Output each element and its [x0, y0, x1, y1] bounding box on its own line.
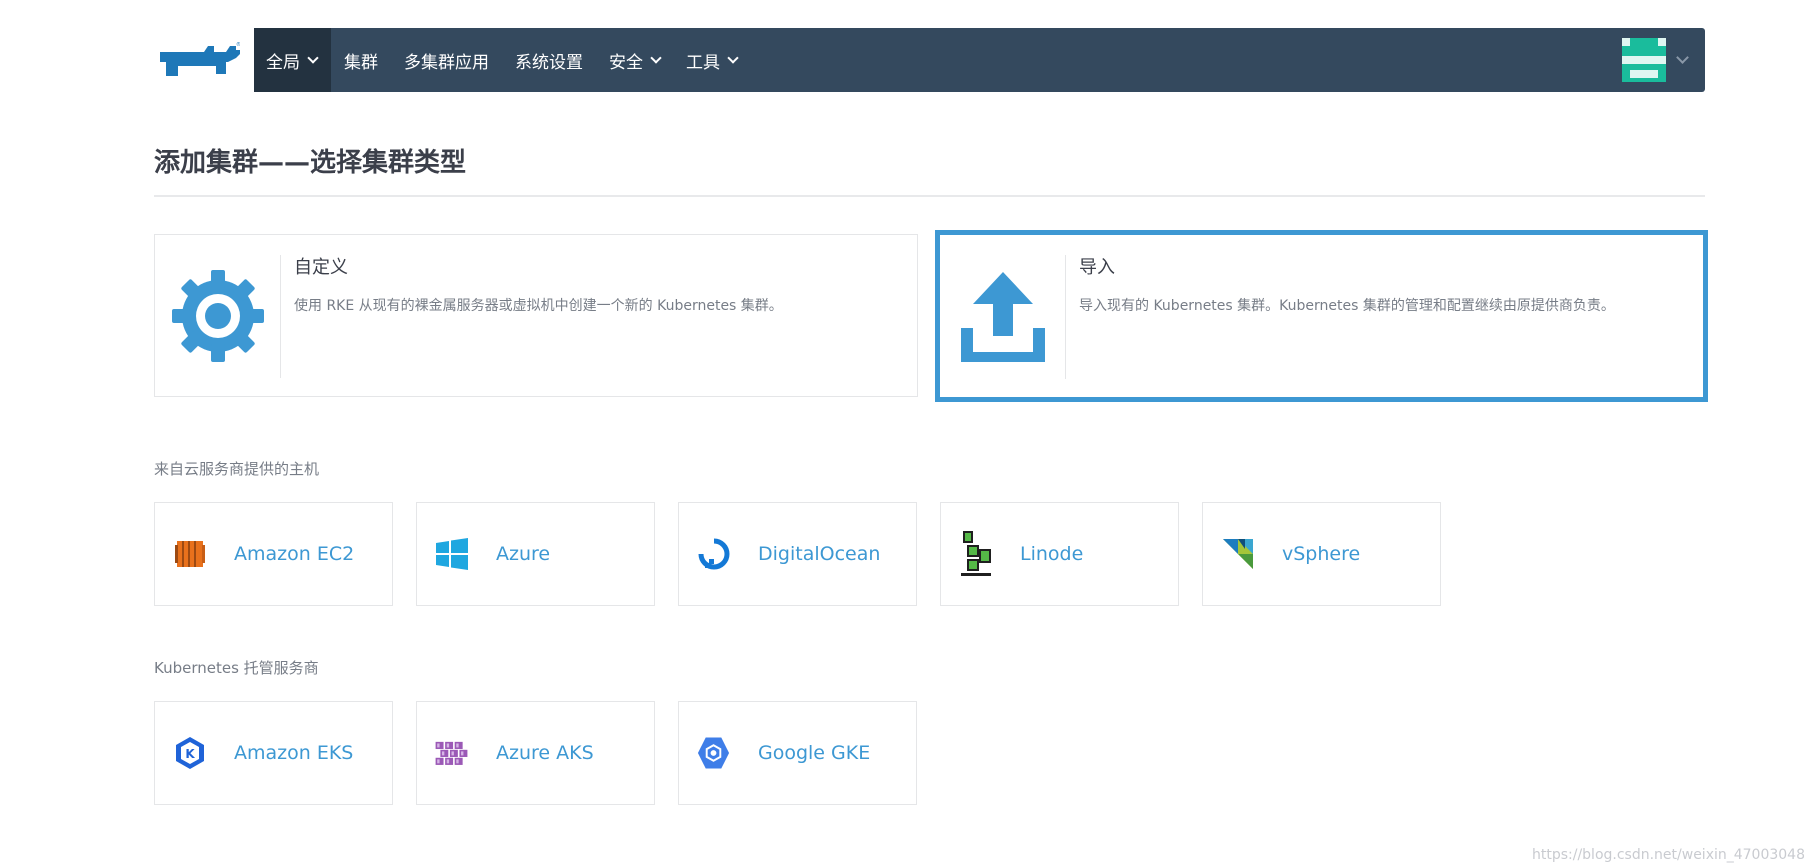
type-description: 导入现有的 Kubernetes 集群。Kubernetes 集群的管理和配置继… — [1079, 298, 1615, 314]
provider-label: Azure AKS — [496, 742, 594, 764]
user-menu[interactable] — [1622, 38, 1689, 82]
type-body: 导入 导入现有的 Kubernetes 集群。Kubernetes 集群的管理和… — [1066, 235, 1628, 397]
svg-text:K: K — [185, 747, 195, 761]
azure-aks-icon — [434, 734, 469, 772]
nav-item-label: 全局 — [266, 52, 300, 73]
provider-label: Google GKE — [758, 742, 871, 764]
nav-item-label: 安全 — [609, 52, 643, 73]
provider-label: Amazon EC2 — [234, 543, 355, 565]
linode-icon — [958, 531, 993, 576]
google-gke-icon — [696, 734, 731, 772]
amazon-ec2-icon — [172, 535, 207, 573]
avatar-pattern-icon — [1622, 38, 1666, 82]
provider-label: Amazon EKS — [234, 742, 354, 764]
chevron-down-icon — [1676, 51, 1689, 64]
provider-linode[interactable]: Linode — [940, 502, 1179, 606]
azure-icon — [434, 535, 469, 573]
nav-item-global[interactable]: 全局 — [254, 28, 331, 92]
main-nav: 全局 集群 多集群应用 系统设置 安全 工具 — [254, 28, 1705, 92]
nav-item-multi-cluster-apps[interactable]: 多集群应用 — [391, 28, 502, 92]
provider-azure-aks[interactable]: Azure AKS — [416, 701, 655, 805]
cluster-type-custom[interactable]: 自定义 使用 RKE 从现有的裸金属服务器或虚拟机中创建一个新的 Kuberne… — [154, 234, 918, 397]
nav-item-label: 集群 — [344, 52, 378, 73]
section-label-hosted-kubernetes: Kubernetes 托管服务商 — [154, 659, 319, 677]
nav-item-label: 工具 — [686, 52, 720, 73]
provider-vsphere[interactable]: vSphere — [1202, 502, 1441, 606]
nav-item-tools[interactable]: 工具 — [673, 28, 750, 92]
provider-azure[interactable]: Azure — [416, 502, 655, 606]
rancher-logo[interactable]: ® — [154, 28, 254, 92]
top-header: ® 全局 集群 多集群应用 系统设置 安全 工具 — [154, 28, 1705, 92]
type-icon-wrap — [155, 235, 280, 396]
vsphere-icon — [1220, 535, 1255, 573]
upload-icon — [960, 272, 1045, 362]
provider-label: Azure — [496, 543, 551, 565]
chevron-down-icon — [650, 51, 662, 64]
provider-amazon-ec2[interactable]: Amazon EC2 — [154, 502, 393, 606]
nav-item-label: 多集群应用 — [404, 52, 489, 73]
cluster-type-import[interactable]: 导入 导入现有的 Kubernetes 集群。Kubernetes 集群的管理和… — [935, 230, 1708, 402]
chevron-down-icon — [727, 51, 739, 64]
nav-item-clusters[interactable]: 集群 — [331, 28, 391, 92]
nav-item-label: 系统设置 — [515, 52, 583, 73]
chevron-down-icon — [307, 51, 319, 64]
gear-icon — [171, 269, 264, 362]
nav-item-security[interactable]: 安全 — [596, 28, 673, 92]
svg-text:®: ® — [236, 41, 240, 48]
watermark-text: https://blog.csdn.net/weixin_47003048 — [1531, 847, 1805, 863]
provider-amazon-eks[interactable]: K Amazon EKS — [154, 701, 393, 805]
type-title: 自定义 — [294, 257, 348, 278]
nav-item-system-settings[interactable]: 系统设置 — [502, 28, 596, 92]
rancher-logo-icon: ® — [160, 41, 240, 76]
provider-label: Linode — [1020, 543, 1084, 565]
avatar — [1622, 38, 1666, 82]
provider-label: vSphere — [1282, 543, 1361, 565]
type-body: 自定义 使用 RKE 从现有的裸金属服务器或虚拟机中创建一个新的 Kuberne… — [281, 235, 796, 396]
title-divider — [154, 195, 1705, 197]
type-description: 使用 RKE 从现有的裸金属服务器或虚拟机中创建一个新的 Kubernetes … — [294, 298, 783, 314]
provider-google-gke[interactable]: Google GKE — [678, 701, 917, 805]
amazon-eks-icon: K — [172, 734, 207, 772]
section-label-cloud-hosts: 来自云服务商提供的主机 — [154, 460, 320, 478]
digitalocean-icon — [696, 535, 731, 573]
page-title: 添加集群——选择集群类型 — [154, 148, 467, 178]
type-title: 导入 — [1079, 257, 1115, 278]
type-icon-wrap — [940, 235, 1065, 397]
provider-label: DigitalOcean — [758, 543, 881, 565]
provider-digitalocean[interactable]: DigitalOcean — [678, 502, 917, 606]
